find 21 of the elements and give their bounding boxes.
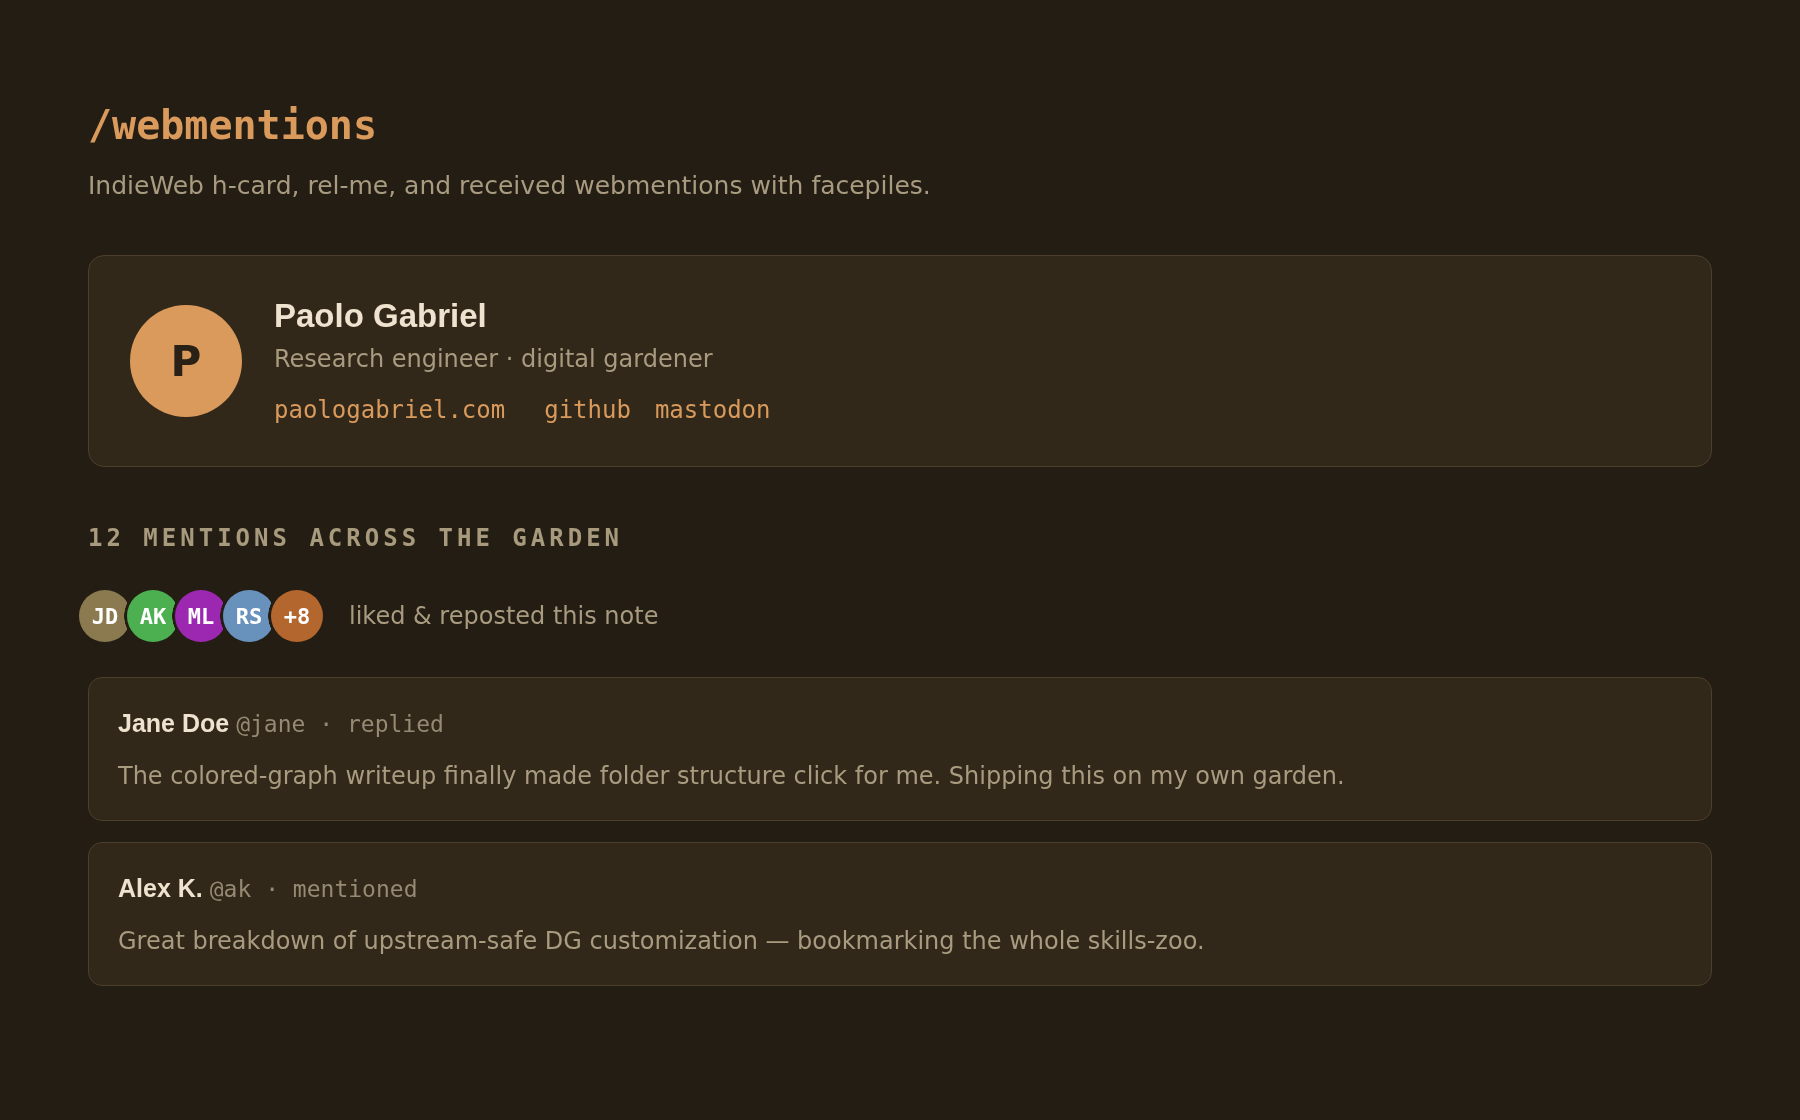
facepile-avatar: AK xyxy=(127,590,175,642)
author-name: Jane Doe xyxy=(118,708,230,739)
mention-meta: @ak · mentioned xyxy=(209,875,418,904)
mention-text: The colored-graph writeup finally made folder structure click for me. Shipping this on my own garden. xyxy=(118,761,1346,792)
profile-note: Research engineer · digital gardener xyxy=(274,344,714,375)
profile-link[interactable]: github xyxy=(544,395,631,425)
page-title: /webmentions xyxy=(88,101,378,150)
facepile-avatar: ML xyxy=(175,590,223,642)
facepile-caption: liked & reposted this note xyxy=(349,601,659,632)
mention-meta: @jane · replied xyxy=(236,710,444,739)
profile-link[interactable]: mastodon xyxy=(654,395,771,425)
profile-link[interactable]: paologabriel.com xyxy=(274,395,506,425)
profile-name: Paolo Gabriel xyxy=(274,297,488,335)
facepile-avatar: +8 xyxy=(271,590,323,642)
mention-text: Great breakdown of upstream-safe DG customization — bookmarking the whole skills-zoo. xyxy=(118,926,1206,957)
avatar: P xyxy=(130,305,242,417)
page-subtitle: IndieWeb h-card, rel-me, and received webmentions with facepiles. xyxy=(88,170,932,202)
section-heading: 12 MENTIONS ACROSS THE GARDEN xyxy=(88,523,625,554)
author-name: Alex K. xyxy=(118,873,203,904)
facepile-avatar: JD xyxy=(79,590,127,642)
facepile-avatar: RS xyxy=(223,590,271,642)
